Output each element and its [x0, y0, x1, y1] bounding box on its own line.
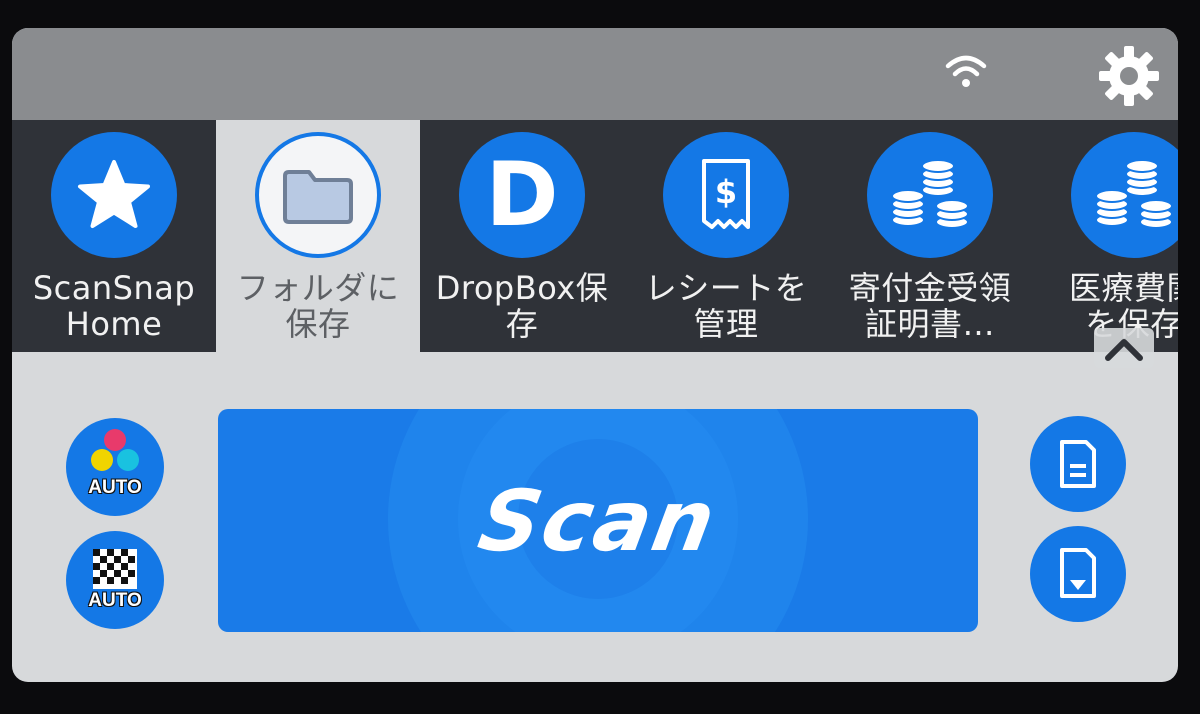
profile-label: DropBox保 存 [435, 269, 609, 343]
dropbox-d-icon: D [485, 143, 559, 246]
feed-option-button[interactable] [1030, 526, 1126, 622]
chevron-up-icon[interactable] [1094, 328, 1154, 368]
profile-list: ScanSnap Home フォルダに 保存 D DropBox保 存 $ レシ… [12, 120, 1178, 352]
resolution-button[interactable]: AUTO [66, 531, 164, 629]
profile-icon-circle [867, 132, 993, 258]
wifi-icon [945, 55, 987, 87]
profile-icon-circle [255, 132, 381, 258]
profile-save-to-folder[interactable]: フォルダに 保存 [216, 120, 420, 352]
profile-label: ScanSnap Home [32, 269, 196, 343]
profile-label: 寄付金受領 証明書… [848, 269, 1012, 343]
coins-icon [1095, 160, 1173, 229]
star-icon [78, 160, 150, 228]
coins-icon [891, 160, 969, 229]
profile-dropbox[interactable]: D DropBox保 存 [420, 120, 624, 352]
profile-icon-circle: D [459, 132, 585, 258]
profile-label: フォルダに 保存 [236, 269, 400, 343]
status-bar [12, 28, 1178, 120]
scan-label: Scan [471, 471, 725, 570]
scan-button[interactable]: Scan [218, 409, 978, 632]
profile-scansnap-home[interactable]: ScanSnap Home [12, 120, 216, 352]
profile-label: レシートを 管理 [644, 269, 808, 343]
color-mode-label: AUTO [88, 477, 142, 498]
profile-icon-circle [51, 132, 177, 258]
scanner-screen: ScanSnap Home フォルダに 保存 D DropBox保 存 $ レシ… [12, 28, 1178, 682]
svg-text:$: $ [715, 173, 737, 211]
folder-icon [283, 170, 353, 224]
receipt-icon: $ [702, 159, 750, 229]
profile-medical-expenses[interactable]: 医療費関 を保存 [1032, 120, 1178, 352]
profile-donation-receipt[interactable]: 寄付金受領 証明書… [828, 120, 1032, 352]
color-mode-button[interactable]: AUTO [66, 418, 164, 516]
gear-icon[interactable] [1097, 44, 1161, 108]
checkerboard-icon [93, 549, 137, 589]
paper-size-button[interactable] [1030, 416, 1126, 512]
profile-icon-circle: $ [663, 132, 789, 258]
profile-icon-circle [1071, 132, 1178, 258]
resolution-label: AUTO [88, 590, 142, 611]
document-download-icon [1060, 548, 1096, 598]
profile-receipts[interactable]: $ レシートを 管理 [624, 120, 828, 352]
document-icon [1060, 440, 1096, 488]
